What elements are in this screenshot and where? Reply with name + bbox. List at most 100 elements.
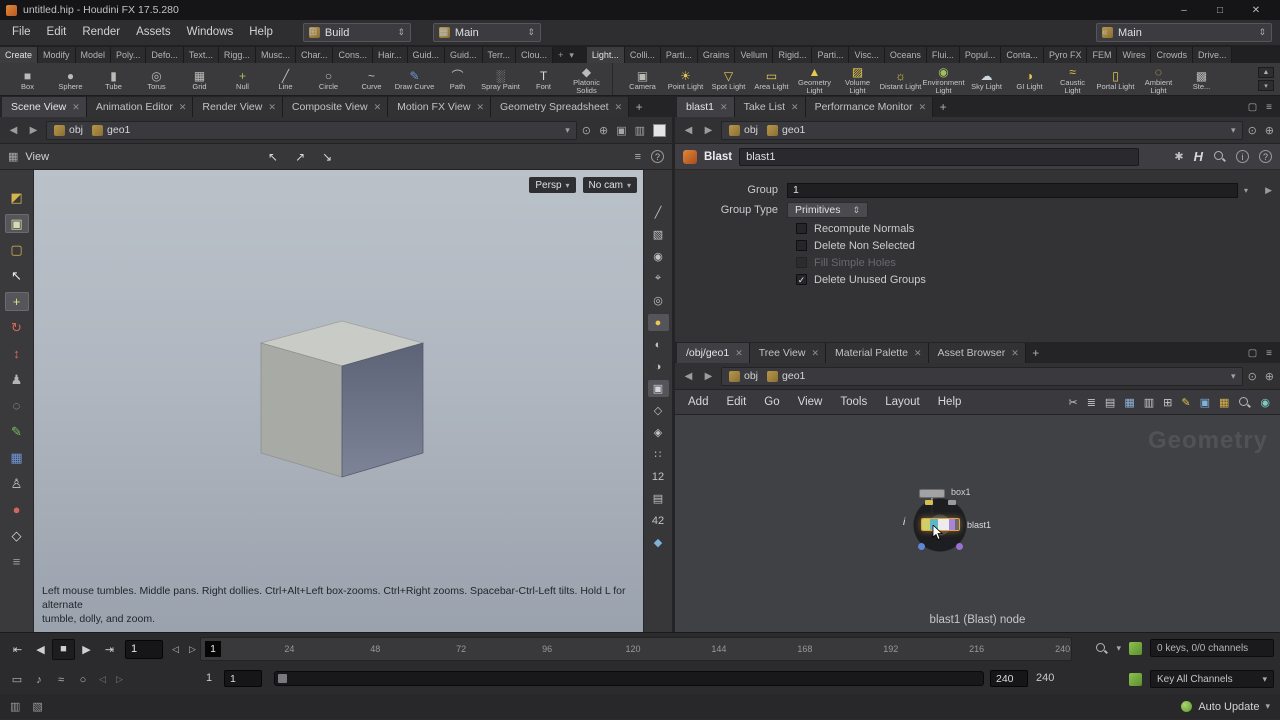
path-dropdown-icon[interactable]: ▾: [565, 125, 572, 136]
shelf-tab[interactable]: Visc...: [849, 47, 885, 63]
pane-tab[interactable]: Take List ✕: [734, 97, 806, 117]
shelf-tool[interactable]: ▽ Spot Light: [707, 64, 750, 95]
close-tab-icon[interactable]: ✕: [72, 102, 80, 113]
minimize-button[interactable]: –: [1166, 0, 1202, 20]
view-menu-label[interactable]: View: [25, 151, 49, 163]
path-field[interactable]: obj geo1 ▾: [46, 120, 577, 140]
shelf-tab[interactable]: Rigid...: [773, 47, 813, 63]
spinner-icon[interactable]: ⇕: [527, 27, 535, 38]
shelf-tool[interactable]: ▦ Grid: [178, 64, 221, 95]
shelf-tool[interactable]: ~ Curve: [350, 64, 393, 95]
checkbox[interactable]: [796, 240, 807, 251]
shelf-tab[interactable]: Create: [0, 47, 39, 63]
radial-render-icon[interactable]: [956, 543, 963, 550]
shelf-tab[interactable]: Guid...: [407, 47, 446, 63]
viewport-tool[interactable]: ↻: [5, 318, 29, 337]
search-icon[interactable]: [1095, 642, 1108, 655]
previous-clip-icon[interactable]: ◁: [94, 674, 111, 685]
viewport-tool[interactable]: +: [4, 292, 29, 311]
key-all-channels-select[interactable]: Key All Channels ▾: [1150, 670, 1274, 688]
close-tab-icon[interactable]: ✕: [919, 102, 927, 113]
shelf-tab[interactable]: Guid...: [445, 47, 483, 63]
display-option[interactable]: ◑: [648, 358, 669, 375]
checkbox-label[interactable]: Delete Unused Groups: [814, 274, 926, 286]
range-start-field[interactable]: 1: [224, 670, 262, 687]
pane-tab[interactable]: Scene View ✕: [2, 97, 87, 117]
render-swatch[interactable]: [653, 123, 666, 137]
network-menu-item[interactable]: Edit: [717, 396, 755, 408]
pin-icon[interactable]: ⊙: [1248, 124, 1257, 137]
follow-target-icon[interactable]: ⊕: [1265, 124, 1274, 137]
forward-button[interactable]: ▶: [701, 371, 716, 382]
group-input[interactable]: 1: [787, 182, 1238, 198]
shelf-tab[interactable]: Conta...: [1001, 47, 1044, 63]
menu-item[interactable]: Edit: [39, 20, 75, 45]
shelf-tab[interactable]: Musc...: [255, 47, 296, 63]
checkbox-label[interactable]: Delete Non Selected: [814, 240, 915, 252]
close-tab-icon[interactable]: ✕: [476, 102, 484, 113]
select-arrow-icon[interactable]: ↖: [268, 150, 278, 164]
asset-icon[interactable]: ▦: [1219, 396, 1229, 409]
pane-tab[interactable]: Performance Monitor ✕: [805, 97, 934, 117]
close-button[interactable]: ✕: [1238, 0, 1274, 20]
close-tab-icon[interactable]: ✕: [374, 102, 382, 113]
display-option[interactable]: ◇: [648, 402, 669, 419]
shelf-tab[interactable]: Cons...: [333, 47, 373, 63]
path-field[interactable]: obj geo1 ▾: [721, 366, 1243, 386]
shelf-tab[interactable]: Modify: [38, 47, 76, 63]
box-geometry[interactable]: [229, 310, 439, 485]
display-option[interactable]: ◉: [648, 248, 669, 265]
shelf-tab[interactable]: Wires: [1117, 47, 1152, 63]
shelf-tab[interactable]: Parti...: [660, 47, 698, 63]
shelf-tool[interactable]: ○ Circle: [307, 64, 350, 95]
shelf-tab[interactable]: Hair...: [372, 47, 408, 63]
cook-status-icon[interactable]: ▧: [32, 700, 42, 713]
houdini-badge-icon[interactable]: H: [1194, 149, 1203, 164]
viewport-tool[interactable]: ◌: [5, 396, 29, 415]
info-icon[interactable]: i: [1236, 150, 1249, 163]
flipbook-icon[interactable]: ▭: [6, 673, 28, 686]
shelf-tab[interactable]: Vellum: [735, 47, 774, 63]
shelf-tool[interactable]: ╱ Line: [264, 64, 307, 95]
node-name-field[interactable]: blast1: [739, 147, 1140, 166]
path-dropdown-icon[interactable]: ▾: [1231, 371, 1238, 382]
viewport-tool[interactable]: ◇: [5, 526, 29, 545]
keyframe-icon[interactable]: [1129, 641, 1142, 655]
shelf-tab[interactable]: Oceans: [884, 47, 927, 63]
shelf-tool[interactable]: ◆ Platonic Solids: [565, 64, 608, 95]
layout-icon[interactable]: ▥: [635, 124, 645, 137]
visibility-icon[interactable]: ◉: [1260, 396, 1270, 409]
viewport-tool[interactable]: ●: [5, 500, 29, 519]
shelf-tab[interactable]: Char...: [295, 47, 334, 63]
close-tab-icon[interactable]: ✕: [735, 348, 743, 359]
viewport-tool[interactable]: ▢: [5, 240, 29, 259]
shelf-scroll-down-icon[interactable]: ▾: [1258, 80, 1274, 91]
shelf-tool[interactable]: ▲ Geometry Light: [793, 64, 836, 95]
shelf-tab[interactable]: Model: [75, 47, 112, 63]
pane-tab[interactable]: Composite View ✕: [282, 97, 389, 117]
menu-item[interactable]: Help: [241, 20, 281, 45]
network-menu-item[interactable]: View: [789, 396, 832, 408]
persp-button[interactable]: Persp ▾: [529, 177, 576, 193]
shelf-tool[interactable]: ◌ Ambient Light: [1137, 64, 1180, 95]
spinner-icon[interactable]: ⇕: [397, 27, 405, 38]
shelf-tool[interactable]: ≈ Caustic Light: [1051, 64, 1094, 95]
range-end-field[interactable]: 240: [990, 670, 1028, 687]
breadcrumb-geo1[interactable]: geo1: [89, 124, 133, 136]
spinner-icon[interactable]: ⇕: [1258, 27, 1266, 38]
maximize-pane-icon[interactable]: ▢: [1248, 348, 1257, 359]
data-view-icon[interactable]: ⊞: [1163, 396, 1172, 409]
breadcrumb-geo1[interactable]: geo1: [764, 370, 808, 382]
presets-icon[interactable]: ✱: [1174, 150, 1183, 163]
shelf-tab[interactable]: Clou...: [516, 47, 554, 63]
shelf-tab[interactable]: Crowds: [1151, 47, 1193, 63]
breadcrumb-obj[interactable]: obj: [51, 124, 86, 136]
display-option[interactable]: ▧: [648, 226, 669, 243]
range-slider-handle[interactable]: [278, 674, 287, 683]
network-menu-item[interactable]: Layout: [876, 396, 929, 408]
shelf-tab[interactable]: Colli...: [624, 47, 661, 63]
shelf-tab[interactable]: FEM: [1087, 47, 1118, 63]
shelf-tab[interactable]: Popul...: [959, 47, 1002, 63]
radial-display-icon[interactable]: [918, 543, 925, 550]
playback-range-slider[interactable]: [274, 671, 984, 686]
